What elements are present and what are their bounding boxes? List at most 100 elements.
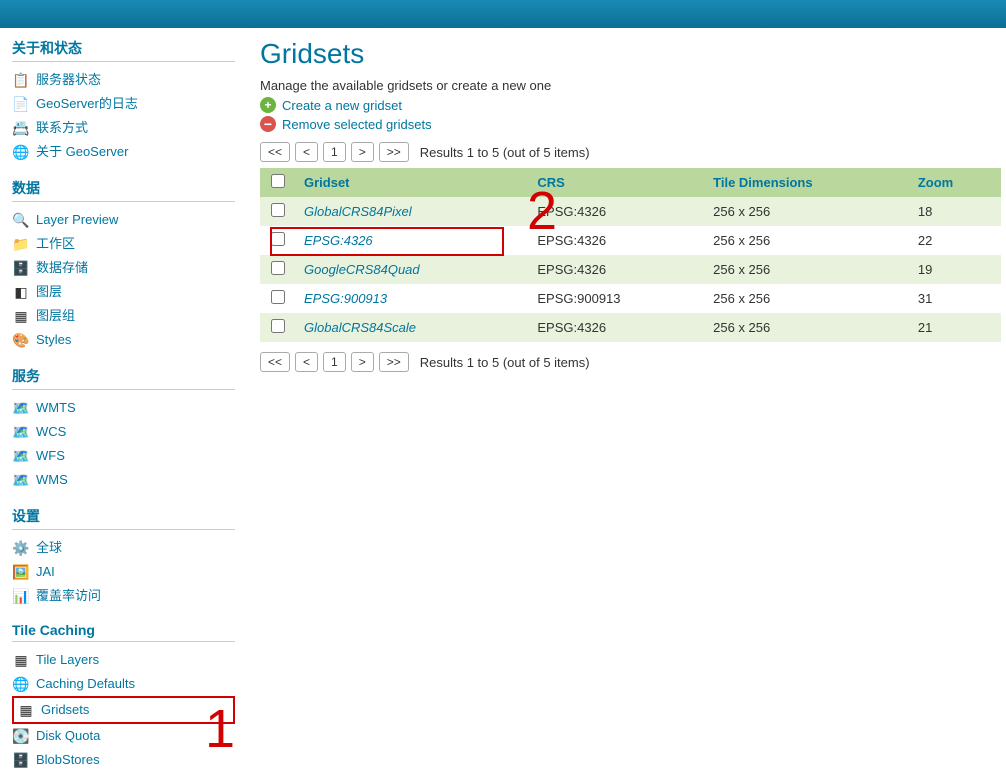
gridset-link[interactable]: EPSG:4326 xyxy=(304,233,373,248)
pager-results-bottom: Results 1 to 5 (out of 5 items) xyxy=(420,355,590,370)
palette-icon: 🎨 xyxy=(12,332,30,348)
section-tile-caching: Tile Caching xyxy=(12,622,235,642)
page-subtitle: Manage the available gridsets or create … xyxy=(260,78,1001,93)
pager-last[interactable]: >> xyxy=(379,352,409,372)
plus-icon: + xyxy=(260,97,276,113)
nav-jai[interactable]: 🖼️JAI xyxy=(12,560,235,584)
table-row: EPSG:4326 EPSG:4326 256 x 256 22 xyxy=(260,226,1001,255)
grid-icon: ▦ xyxy=(12,652,30,668)
table-row: GlobalCRS84Pixel EPSG:4326 256 x 256 18 xyxy=(260,197,1001,226)
globe-icon: ⚙️ xyxy=(12,540,30,556)
nav-layers[interactable]: ◧图层 xyxy=(12,280,235,304)
info-icon: 🌐 xyxy=(12,144,30,160)
nav-caching-defaults[interactable]: 🌐Caching Defaults xyxy=(12,672,235,696)
create-gridset-label: Create a new gridset xyxy=(282,98,402,113)
pager-first[interactable]: << xyxy=(260,142,290,162)
nav-layer-preview[interactable]: 🔍Layer Preview xyxy=(12,208,235,232)
nav-about-geoserver[interactable]: 🌐关于 GeoServer xyxy=(12,140,235,164)
row-checkbox[interactable] xyxy=(271,261,285,275)
gridsets-table: Gridset CRS Tile Dimensions Zoom GlobalC… xyxy=(260,168,1001,342)
col-tiledim[interactable]: Tile Dimensions xyxy=(705,168,910,197)
pager-page[interactable]: 1 xyxy=(323,142,346,162)
row-checkbox[interactable] xyxy=(271,319,285,333)
nav-contact[interactable]: 📇联系方式 xyxy=(12,116,235,140)
col-gridset[interactable]: Gridset xyxy=(296,168,529,197)
pager-next[interactable]: > xyxy=(351,142,374,162)
row-dim: 256 x 256 xyxy=(705,284,910,313)
coverage-icon: 📊 xyxy=(12,588,30,604)
row-zoom: 18 xyxy=(910,197,1001,226)
row-dim: 256 x 256 xyxy=(705,255,910,284)
pager-top: << < 1 > >> Results 1 to 5 (out of 5 ite… xyxy=(260,142,1001,162)
gridset-link[interactable]: GlobalCRS84Pixel xyxy=(304,204,412,219)
pager-next[interactable]: > xyxy=(351,352,374,372)
sidebar: 关于和状态 📋服务器状态 📄GeoServer的日志 📇联系方式 🌐关于 Geo… xyxy=(0,28,245,782)
col-zoom[interactable]: Zoom xyxy=(910,168,1001,197)
gridset-link[interactable]: EPSG:900913 xyxy=(304,291,387,306)
annotation-1: 1 xyxy=(205,698,235,760)
nav-wcs[interactable]: 🗺️WCS xyxy=(12,420,235,444)
cache-icon: 🌐 xyxy=(12,676,30,692)
minus-icon: − xyxy=(260,116,276,132)
contact-icon: 📇 xyxy=(12,120,30,136)
pager-page[interactable]: 1 xyxy=(323,352,346,372)
gridset-link[interactable]: GlobalCRS84Scale xyxy=(304,320,416,335)
db-icon: 🗄️ xyxy=(12,260,30,276)
jai-icon: 🖼️ xyxy=(12,564,30,580)
row-zoom: 19 xyxy=(910,255,1001,284)
pager-last[interactable]: >> xyxy=(379,142,409,162)
pager-prev[interactable]: < xyxy=(295,142,318,162)
table-row: GoogleCRS84Quad EPSG:4326 256 x 256 19 xyxy=(260,255,1001,284)
pager-results-top: Results 1 to 5 (out of 5 items) xyxy=(420,145,590,160)
gridset-link[interactable]: GoogleCRS84Quad xyxy=(304,262,420,277)
pager-prev[interactable]: < xyxy=(295,352,318,372)
gridset-icon: ▦ xyxy=(17,702,35,718)
disk-icon: 💽 xyxy=(12,728,30,744)
create-gridset-link[interactable]: + Create a new gridset xyxy=(260,97,1001,113)
nav-wmts[interactable]: 🗺️WMTS xyxy=(12,396,235,420)
pager-bottom: << < 1 > >> Results 1 to 5 (out of 5 ite… xyxy=(260,352,1001,372)
layer-icon: ◧ xyxy=(12,284,30,300)
section-data: 数据 xyxy=(12,178,235,202)
nav-server-status[interactable]: 📋服务器状态 xyxy=(12,68,235,92)
row-crs: EPSG:4326 xyxy=(529,255,705,284)
nav-stores[interactable]: 🗄️数据存储 xyxy=(12,256,235,280)
section-about: 关于和状态 xyxy=(12,38,235,62)
row-zoom: 31 xyxy=(910,284,1001,313)
row-dim: 256 x 256 xyxy=(705,226,910,255)
pager-first[interactable]: << xyxy=(260,352,290,372)
service-icon: 🗺️ xyxy=(12,400,30,416)
nav-geoserver-logs[interactable]: 📄GeoServer的日志 xyxy=(12,92,235,116)
row-checkbox[interactable] xyxy=(271,232,285,246)
nav-wms[interactable]: 🗺️WMS xyxy=(12,468,235,492)
row-zoom: 21 xyxy=(910,313,1001,342)
nav-layer-groups[interactable]: ▦图层组 xyxy=(12,304,235,328)
row-zoom: 22 xyxy=(910,226,1001,255)
select-all-checkbox[interactable] xyxy=(271,174,285,188)
main-content: Gridsets Manage the available gridsets o… xyxy=(245,28,1006,782)
nav-wfs[interactable]: 🗺️WFS xyxy=(12,444,235,468)
table-row: GlobalCRS84Scale EPSG:4326 256 x 256 21 xyxy=(260,313,1001,342)
nav-workspaces[interactable]: 📁工作区 xyxy=(12,232,235,256)
section-services: 服务 xyxy=(12,366,235,390)
nav-styles[interactable]: 🎨Styles xyxy=(12,328,235,352)
row-dim: 256 x 256 xyxy=(705,197,910,226)
blob-icon: 🗄️ xyxy=(12,752,30,768)
remove-gridsets-link[interactable]: − Remove selected gridsets xyxy=(260,116,1001,132)
nav-disk-quota[interactable]: 💽Disk Quota xyxy=(12,724,235,748)
nav-tile-layers[interactable]: ▦Tile Layers xyxy=(12,648,235,672)
nav-blobstores[interactable]: 🗄️BlobStores xyxy=(12,748,235,772)
row-crs: EPSG:900913 xyxy=(529,284,705,313)
nav-global[interactable]: ⚙️全球 xyxy=(12,536,235,560)
nav-gridsets[interactable]: ▦Gridsets xyxy=(12,696,235,724)
row-checkbox[interactable] xyxy=(271,203,285,217)
annotation-2: 2 xyxy=(527,180,557,242)
layergroup-icon: ▦ xyxy=(12,308,30,324)
row-dim: 256 x 256 xyxy=(705,313,910,342)
service-icon: 🗺️ xyxy=(12,448,30,464)
preview-icon: 🔍 xyxy=(12,212,30,228)
nav-coverage-access[interactable]: 📊覆盖率访问 xyxy=(12,584,235,608)
row-crs: EPSG:4326 xyxy=(529,313,705,342)
table-row: EPSG:900913 EPSG:900913 256 x 256 31 xyxy=(260,284,1001,313)
row-checkbox[interactable] xyxy=(271,290,285,304)
